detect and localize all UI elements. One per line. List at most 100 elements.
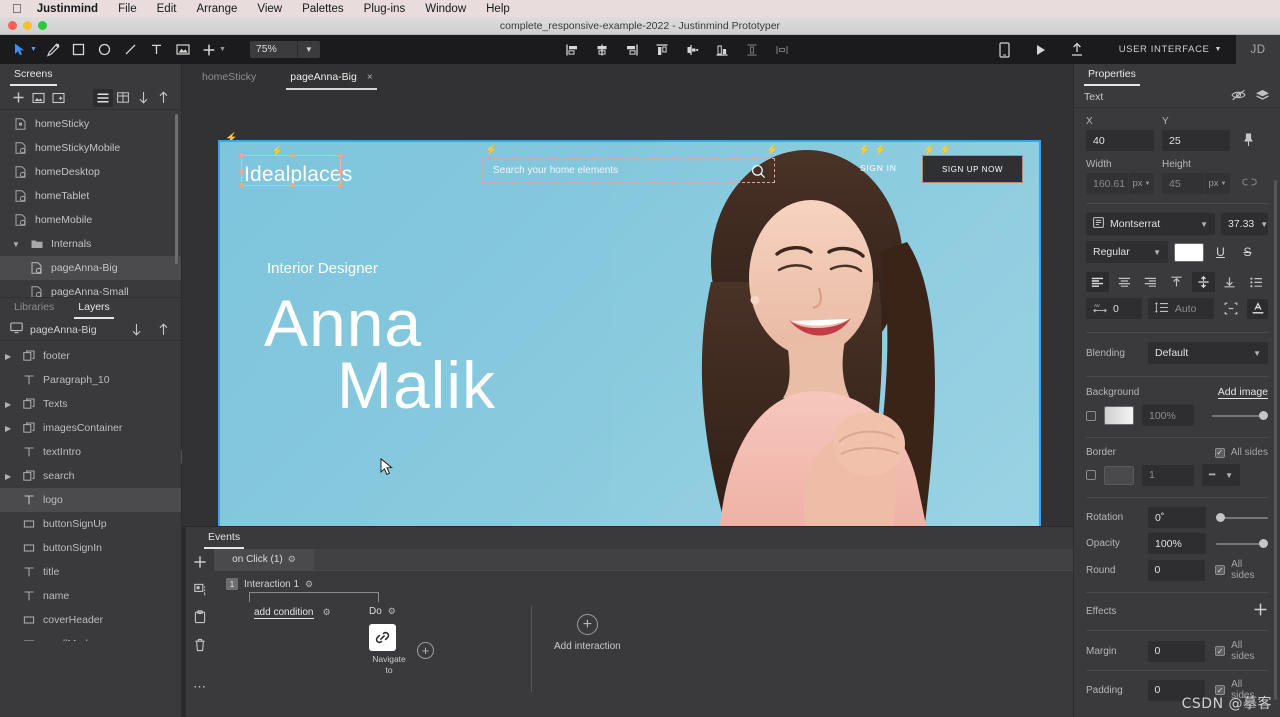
screens-scrollbar[interactable] <box>175 114 178 264</box>
selection-handles[interactable] <box>241 155 341 186</box>
align-bottom-icon[interactable] <box>710 39 734 61</box>
layers-list[interactable]: ▶ footer Paragraph_10 ▶ Texts <box>0 341 181 641</box>
screen-folder-internals[interactable]: ▼ Internals <box>0 232 181 256</box>
apple-logo-icon[interactable]:  <box>6 2 33 15</box>
duplicate-event-icon[interactable] <box>194 583 207 599</box>
minimize-window-button[interactable] <box>23 21 32 30</box>
match-width-icon[interactable] <box>770 39 794 61</box>
artboard-intro-text[interactable]: Interior Designer <box>267 260 378 277</box>
layer-item-logo[interactable]: logo <box>0 488 181 512</box>
screen-item-pageAnna-Small[interactable]: pageAnna-Small <box>0 280 181 297</box>
properties-scrollbar[interactable] <box>1274 180 1277 700</box>
hide-eye-icon[interactable] <box>1231 89 1246 105</box>
layer-item-coverHeader[interactable]: coverHeader <box>0 608 181 632</box>
chevron-down-icon[interactable]: ▼ <box>12 240 22 249</box>
chevron-right-icon[interactable]: ▶ <box>5 352 14 361</box>
blending-chevron-down-icon[interactable]: ▼ <box>1253 349 1261 358</box>
background-checkbox[interactable] <box>1086 411 1096 421</box>
round-input[interactable]: 0 <box>1148 560 1206 581</box>
menu-item-view[interactable]: View <box>247 3 292 15</box>
underline-button[interactable]: U <box>1210 245 1231 259</box>
autofit-icon[interactable] <box>1220 299 1241 319</box>
artboard-pageAnna-Big[interactable]: Idealplaces ⚡ Search your home elements … <box>220 142 1039 526</box>
layer-item-buttonSignUp[interactable]: buttonSignUp <box>0 512 181 536</box>
menu-item-help[interactable]: Help <box>476 3 520 15</box>
align-text-bottom-icon[interactable] <box>1218 272 1241 292</box>
align-text-center-icon[interactable] <box>1112 272 1135 292</box>
width-unit-select[interactable]: px ▼ <box>1128 173 1154 194</box>
margin-all-sides-checkbox[interactable]: ✓ <box>1215 646 1225 656</box>
interaction-header[interactable]: 1 Interaction 1 ⚙ <box>214 571 1073 590</box>
width-input-group[interactable]: 160.61 px ▼ <box>1086 173 1154 194</box>
more-dots-icon[interactable]: ⋯ <box>193 679 207 695</box>
action-navigate-to[interactable] <box>369 624 396 651</box>
align-text-right-icon[interactable] <box>1139 272 1162 292</box>
add-folder-icon[interactable] <box>48 89 68 107</box>
width-unit-chevron-down-icon[interactable]: ▼ <box>1145 181 1151 187</box>
artboard-search-field[interactable]: Search your home elements <box>482 158 775 183</box>
add-action-plus-circle-icon[interactable]: + <box>417 642 434 659</box>
layer-item-scrollMarker[interactable]: scrollMarker <box>0 632 181 641</box>
artboard-name-line1[interactable]: Anna <box>264 290 422 356</box>
layer-item-title[interactable]: title <box>0 560 181 584</box>
canvas-tab-homeSticky[interactable]: homeSticky <box>198 71 260 90</box>
tab-events[interactable]: Events <box>204 531 244 549</box>
layers-stack-icon[interactable] <box>1255 89 1270 105</box>
distribute-vertical-icon[interactable] <box>740 39 764 61</box>
ui-chevron-down-icon[interactable]: ▼ <box>1214 46 1222 53</box>
zoom-value[interactable]: 75% <box>250 41 297 58</box>
grid-view-icon[interactable] <box>113 89 133 107</box>
add-image-link[interactable]: Add image <box>1218 386 1268 399</box>
zoom-chevron-down-icon[interactable]: ▼ <box>297 41 320 58</box>
border-style-chevron-down-icon[interactable]: ▼ <box>1225 471 1233 480</box>
text-color-swatch[interactable] <box>1174 243 1204 262</box>
rotation-input[interactable]: 0˚ <box>1148 507 1206 528</box>
add-event-plus-icon[interactable] <box>193 555 207 572</box>
window-controls[interactable] <box>8 21 47 30</box>
add-tool-chevron-down-icon[interactable]: ▼ <box>219 46 226 53</box>
image-icon[interactable] <box>171 39 195 61</box>
background-opacity-input[interactable]: 100% <box>1142 405 1194 426</box>
height-unit-select[interactable]: px ▼ <box>1204 173 1230 194</box>
tab-libraries[interactable]: Libraries <box>10 301 58 319</box>
condition-gear-icon[interactable]: ⚙ <box>323 607 331 617</box>
menu-item-file[interactable]: File <box>108 3 147 15</box>
add-screen-plus-icon[interactable] <box>8 89 28 107</box>
align-text-left-icon[interactable] <box>1086 272 1109 292</box>
chevron-right-icon[interactable]: ▶ <box>5 424 14 433</box>
line-height-field[interactable]: Auto <box>1148 298 1214 319</box>
artboard-sign-up-button[interactable]: SIGN UP NOW <box>922 155 1023 183</box>
user-interface-selector[interactable]: USER INTERFACE ▼ <box>1119 44 1222 55</box>
screen-item-homeTablet[interactable]: homeTablet <box>0 184 181 208</box>
y-input[interactable]: 25 <box>1162 130 1230 151</box>
layer-item-buttonSignIn[interactable]: buttonSignIn <box>0 536 181 560</box>
align-text-middle-icon[interactable] <box>1192 272 1215 292</box>
layer-item-textIntro[interactable]: textIntro <box>0 440 181 464</box>
plus-icon[interactable] <box>197 39 221 61</box>
layer-item-imagesContainer[interactable]: ▶ imagesContainer <box>0 416 181 440</box>
screen-item-pageAnna-Big[interactable]: pageAnna-Big <box>0 256 181 280</box>
menu-item-palettes[interactable]: Palettes <box>292 3 354 15</box>
align-text-top-icon[interactable] <box>1165 272 1188 292</box>
canvas-tab-pageAnna-Big[interactable]: pageAnna-Big × <box>286 71 376 90</box>
letter-spacing-field[interactable]: AV 0 <box>1086 298 1142 319</box>
list-view-icon[interactable] <box>93 89 113 107</box>
font-family-select[interactable]: Montserrat ▼ <box>1086 213 1215 235</box>
height-unit-chevron-down-icon[interactable]: ▼ <box>1221 181 1227 187</box>
distribute-horizontal-icon[interactable] <box>680 39 704 61</box>
screen-item-homeMobile[interactable]: homeMobile <box>0 208 181 232</box>
opacity-slider[interactable] <box>1216 536 1268 552</box>
border-style-select[interactable]: ━ ▼ <box>1202 464 1240 486</box>
do-gear-icon[interactable]: ⚙ <box>388 606 396 617</box>
close-window-button[interactable] <box>8 21 17 30</box>
screen-item-homeStickyMobile[interactable]: homeStickyMobile <box>0 136 181 160</box>
move-down-icon[interactable] <box>133 89 153 107</box>
align-left-icon[interactable] <box>560 39 584 61</box>
x-input[interactable]: 40 <box>1086 130 1154 151</box>
text-baseline-icon[interactable] <box>1247 299 1268 319</box>
zoom-control[interactable]: 75% ▼ <box>250 41 320 58</box>
gear-icon[interactable]: ⚙ <box>288 554 296 565</box>
rotation-slider[interactable] <box>1216 510 1268 526</box>
delete-event-trash-icon[interactable] <box>194 638 206 655</box>
margin-input[interactable]: 0 <box>1148 641 1206 662</box>
